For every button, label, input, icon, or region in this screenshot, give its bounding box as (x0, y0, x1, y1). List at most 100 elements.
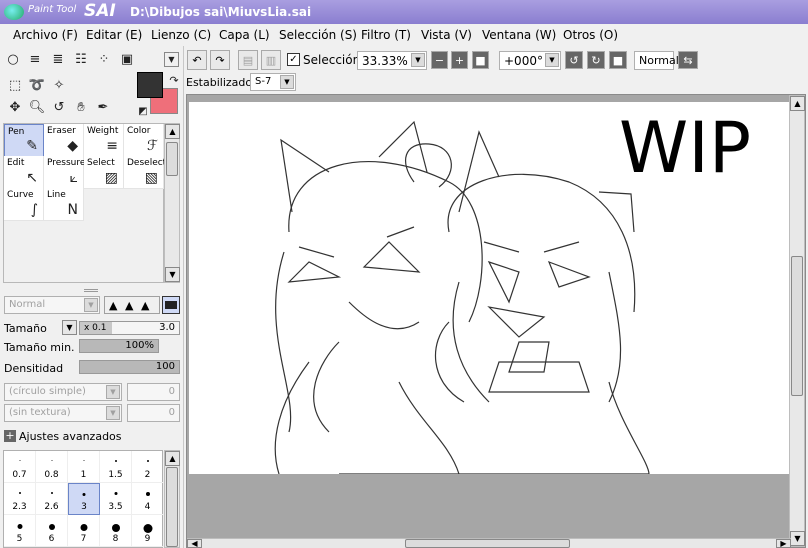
drawing-canvas[interactable]: WIP (189, 102, 789, 475)
invert-selection-icon[interactable]: ▥ (261, 50, 281, 70)
scroll-left-icon[interactable]: ◀ (187, 539, 202, 548)
dots-view-icon[interactable]: ⁘ (95, 50, 113, 68)
brush-size-cell[interactable]: 0.8 (36, 451, 68, 483)
tool-pen[interactable]: Pen ✎ (4, 124, 44, 157)
menu-seleccion[interactable]: Selección (S) (279, 28, 357, 42)
scroll-thumb[interactable] (166, 467, 178, 547)
blend-mode-select[interactable]: Normal ▼ (4, 296, 100, 314)
zoom-icon[interactable]: 🔍︎ (28, 98, 46, 116)
zoom-select[interactable]: 33.33% ▼ (357, 51, 427, 70)
palette-icon[interactable]: ▣ (118, 50, 136, 68)
brush-shape-icon[interactable]: ▲ (109, 299, 117, 312)
tool-select[interactable]: Select ▨ (84, 156, 124, 189)
lasso-icon[interactable]: ➰ (28, 76, 46, 94)
scroll-right-icon[interactable]: ▶ (776, 539, 791, 548)
panel-dropdown-icon[interactable]: ▼ (164, 52, 179, 67)
brush-size-cell[interactable]: 2 (132, 451, 164, 483)
texture-select[interactable]: (sin textura) ▼ (4, 404, 122, 422)
plus-icon[interactable]: + (4, 430, 16, 442)
shape-strength[interactable]: 0 (127, 383, 180, 401)
brush-shape-icon[interactable]: ▲ (141, 299, 149, 312)
tool-weight[interactable]: Weight ≡ (84, 124, 124, 157)
size-slider[interactable]: x 0.1 3.0 (79, 321, 180, 335)
lines2-view-icon[interactable]: ≣ (49, 50, 67, 68)
brush-shape-icon[interactable]: ▲ (125, 299, 133, 312)
move-icon[interactable]: ✥ (6, 98, 24, 116)
tool-eraser[interactable]: Eraser ◆ (44, 124, 84, 157)
menu-vista[interactable]: Vista (V) (421, 28, 472, 42)
shape-select[interactable]: (círculo simple) ▼ (4, 383, 122, 401)
zoom-in-icon[interactable]: + (451, 51, 468, 69)
scroll-thumb[interactable] (405, 539, 570, 548)
primary-color-swatch[interactable] (137, 72, 163, 98)
canvas-vscrollbar[interactable]: ▲ ▼ (789, 95, 805, 547)
brush-size-cell[interactable]: 7 (68, 515, 100, 547)
brush-size-cell[interactable]: 1 (68, 451, 100, 483)
brush-size-cell[interactable]: 5 (4, 515, 36, 547)
hand-icon[interactable]: ✋︎ (72, 98, 90, 116)
swap-colors-icon[interactable]: ↷ (165, 71, 183, 89)
menu-otros[interactable]: Otros (O) (563, 28, 618, 42)
advanced-settings-label[interactable]: Ajustes avanzados (19, 430, 122, 443)
menu-lienzo[interactable]: Lienzo (C) (151, 28, 211, 42)
zoom-reset-icon[interactable]: ■ (472, 51, 489, 69)
density-slider[interactable]: 100 (79, 360, 180, 374)
menu-editar[interactable]: Editar (E) (86, 28, 142, 42)
scroll-thumb[interactable] (166, 142, 178, 176)
tool-curve[interactable]: Curve ∫ (4, 188, 44, 221)
canvas-area[interactable]: WIP ▲ ▼ (186, 94, 806, 548)
brush-size-cell[interactable]: 2.3 (4, 483, 36, 515)
brush-size-cell[interactable]: 6 (36, 515, 68, 547)
tool-line[interactable]: Line N (44, 188, 84, 221)
brush-size-cell[interactable]: 3.5 (100, 483, 132, 515)
brush-size-cell[interactable]: 9 (132, 515, 164, 547)
scroll-up-icon[interactable]: ▲ (165, 451, 180, 466)
rotate-right-icon[interactable]: ↻ (587, 51, 605, 69)
brush-size-cell[interactable]: 8 (100, 515, 132, 547)
deselect-button-icon[interactable]: ▤ (238, 50, 258, 70)
lines-view-icon[interactable]: ≡ (26, 50, 44, 68)
brush-shape-buttons[interactable]: ▲ ▲ ▲ (104, 296, 160, 314)
scroll-thumb[interactable] (791, 256, 803, 396)
view-mode-select[interactable]: Normal (634, 51, 679, 70)
canvas-hscrollbar[interactable]: ◀ ▶ (187, 538, 791, 548)
tool-scrollbar[interactable]: ▲ ▼ (164, 123, 180, 283)
stabilizer-select[interactable]: S-7 ▼ (250, 73, 296, 91)
rotation-select[interactable]: +000° ▼ (499, 51, 561, 70)
brush-size-scrollbar[interactable]: ▲ (164, 450, 180, 548)
menu-archivo[interactable]: Archivo (F) (13, 28, 78, 42)
tool-deselect[interactable]: Deselect ▧ (124, 156, 166, 189)
circle-view-icon[interactable]: ○ (4, 50, 22, 68)
brush-size-cell-selected[interactable]: 3 (68, 483, 100, 515)
tool-pressure[interactable]: Pressure ⟀ (44, 156, 85, 189)
rotate-icon[interactable]: ↺ (50, 98, 68, 116)
grid-view-icon[interactable]: ☷ (72, 50, 90, 68)
brush-shape-flat-icon[interactable] (162, 296, 180, 314)
magic-wand-icon[interactable]: ✧ (50, 76, 68, 94)
menu-ventana[interactable]: Ventana (W) (482, 28, 556, 42)
tool-color[interactable]: Color ℱ (124, 124, 164, 157)
brush-size-cell[interactable]: 2.6 (36, 483, 68, 515)
panel-divider[interactable] (84, 289, 98, 292)
tool-edit[interactable]: Edit ↖ (4, 156, 44, 189)
brush-size-cell[interactable]: 0.7 (4, 451, 36, 483)
size-dropdown-icon[interactable]: ▼ (62, 320, 77, 335)
min-size-slider[interactable]: 100% (79, 339, 159, 353)
flip-horizontal-icon[interactable]: ⇆ (678, 51, 698, 69)
eyedropper-icon[interactable]: ✒ (94, 98, 112, 116)
menu-filtro[interactable]: Filtro (T) (361, 28, 411, 42)
reset-colors-icon[interactable]: ◩ (134, 102, 152, 120)
texture-strength[interactable]: 0 (127, 404, 180, 422)
rotate-left-icon[interactable]: ↺ (565, 51, 583, 69)
undo-icon[interactable]: ↶ (187, 50, 207, 70)
scroll-down-icon[interactable]: ▼ (790, 531, 805, 546)
rect-select-icon[interactable]: ⬚ (6, 76, 24, 94)
scroll-down-icon[interactable]: ▼ (165, 267, 180, 282)
selection-checkbox[interactable]: ✓ (287, 53, 300, 66)
menu-capa[interactable]: Capa (L) (219, 28, 270, 42)
brush-size-cell[interactable]: 4 (132, 483, 164, 515)
redo-icon[interactable]: ↷ (210, 50, 230, 70)
zoom-out-icon[interactable]: − (431, 51, 448, 69)
scroll-up-icon[interactable]: ▲ (790, 96, 805, 111)
rotate-reset-icon[interactable]: ■ (609, 51, 627, 69)
